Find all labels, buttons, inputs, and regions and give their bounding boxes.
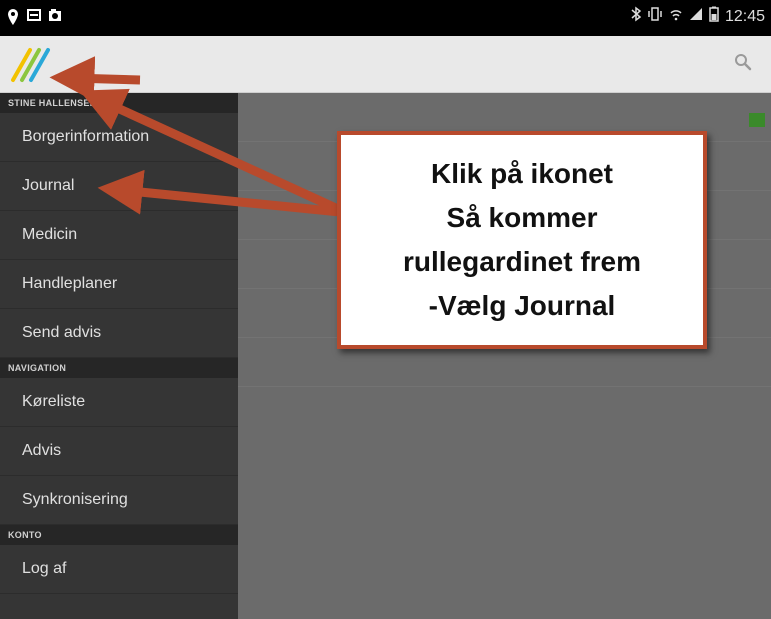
app-bar [0, 36, 771, 93]
drawer-section-header-konto: KONTO [0, 525, 238, 545]
menu-item-advis[interactable]: Advis [0, 427, 238, 476]
menu-item-synkronisering[interactable]: Synkronisering [0, 476, 238, 525]
menu-item-medicin[interactable]: Medicin [0, 211, 238, 260]
battery-icon [709, 6, 719, 27]
menu-item-borgerinformation[interactable]: Borgerinformation [0, 113, 238, 162]
status-time: 12:45 [724, 7, 765, 25]
callout-line-2: Så kommer [446, 202, 598, 233]
menu-item-koreliste[interactable]: Køreliste [0, 378, 238, 427]
wifi-icon [669, 7, 683, 26]
callout-line-1: Klik på ikonet [430, 158, 614, 189]
status-bar: 12:45 [0, 0, 771, 36]
drawer-section-header-navigation: NAVIGATION [0, 358, 238, 378]
signal-icon [689, 7, 703, 26]
status-indicator [749, 113, 765, 127]
bluetooth-icon [631, 6, 642, 27]
message-icon [27, 8, 41, 22]
callout-line-4: -Vælg Journal [428, 290, 616, 321]
menu-item-log-af[interactable]: Log af [0, 545, 238, 594]
callout-line-3: rullegardinet frem [402, 246, 642, 277]
vibrate-icon [647, 7, 663, 26]
app-logo-icon[interactable] [10, 44, 70, 84]
image-icon [48, 8, 62, 22]
menu-item-handleplaner[interactable]: Handleplaner [0, 260, 238, 309]
instruction-callout: Klik på ikonet Så kommer rullegardinet f… [337, 131, 707, 349]
menu-item-send-advis[interactable]: Send advis [0, 309, 238, 358]
navigation-drawer: STINE HALLENSEN Borgerinformation Journa… [0, 93, 238, 619]
search-icon[interactable] [731, 50, 757, 76]
location-icon [6, 8, 20, 25]
drawer-section-header-user: STINE HALLENSEN [0, 93, 238, 113]
menu-item-journal[interactable]: Journal [0, 162, 238, 211]
